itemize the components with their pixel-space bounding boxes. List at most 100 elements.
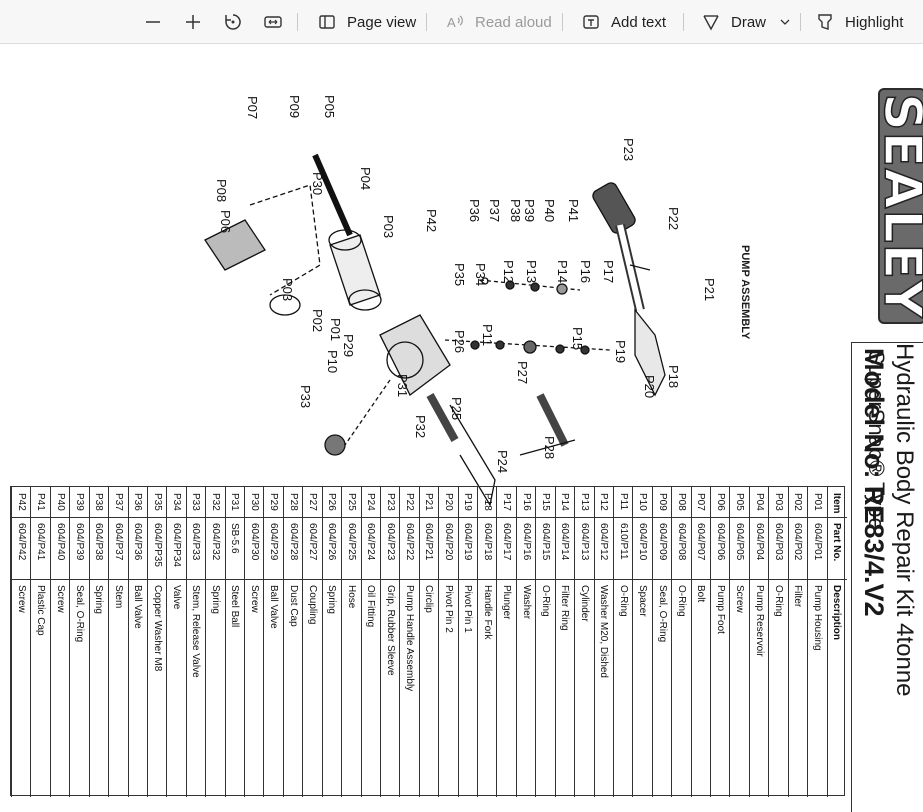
callout-p30: P30 bbox=[310, 172, 325, 196]
table-cell: 604/P01 bbox=[811, 523, 823, 561]
table-cell: P33 bbox=[190, 493, 202, 511]
plus-icon bbox=[183, 12, 203, 32]
rotate-button[interactable] bbox=[223, 0, 253, 44]
table-gridline bbox=[31, 517, 51, 518]
table-gridline bbox=[594, 579, 614, 580]
parts-table-row: P27 604/P27 Coupling bbox=[302, 487, 323, 797]
table-gridline bbox=[808, 579, 828, 580]
zoom-out-button[interactable] bbox=[143, 0, 173, 44]
table-cell: Stem bbox=[112, 585, 124, 609]
table-cell: Spacer bbox=[637, 585, 649, 617]
callout-p14: P14 bbox=[555, 260, 570, 284]
callout-p32: P32 bbox=[413, 415, 428, 439]
text-box-icon bbox=[581, 12, 601, 32]
table-cell: P08 bbox=[675, 493, 687, 511]
parts-table-row: P08 604/P08 O-Ring bbox=[671, 487, 692, 797]
table-cell: P31 bbox=[229, 493, 241, 511]
callout-p19: P19 bbox=[613, 340, 628, 364]
zoom-in-button[interactable] bbox=[183, 0, 213, 44]
brand-logo: SEALEY bbox=[878, 88, 923, 324]
parts-table-row: P09 604/P09 Seal, O-Ring bbox=[651, 487, 673, 797]
fit-width-button[interactable] bbox=[263, 0, 293, 44]
toolbar-divider bbox=[683, 13, 684, 31]
table-gridline bbox=[89, 517, 110, 518]
table-cell: Pivot Pin 1 bbox=[462, 585, 474, 633]
callout-p13: P13 bbox=[524, 260, 539, 284]
table-cell: P02 bbox=[792, 493, 804, 511]
table-cell: P41 bbox=[35, 493, 47, 511]
add-text-button[interactable]: Add text bbox=[581, 0, 666, 44]
table-cell: P42 bbox=[15, 493, 27, 511]
table-gridline bbox=[419, 579, 440, 580]
table-gridline bbox=[303, 579, 323, 580]
highlight-label: Highlight bbox=[845, 13, 904, 31]
highlight-button[interactable]: Highlight bbox=[815, 0, 903, 44]
table-cell: Oil Fitting bbox=[365, 585, 377, 628]
table-gridline bbox=[827, 579, 847, 580]
callout-p37: P37 bbox=[487, 199, 502, 223]
table-cell: SB-5.6 bbox=[229, 523, 241, 554]
table-gridline bbox=[536, 517, 556, 518]
table-gridline bbox=[380, 579, 401, 580]
parts-table-row: P39 604/P39 Seal, O-Ring bbox=[69, 487, 90, 797]
table-cell: Filter bbox=[792, 585, 804, 608]
table-gridline bbox=[633, 579, 653, 580]
table-cell: P35 bbox=[151, 493, 163, 511]
rotate-icon bbox=[223, 12, 243, 32]
table-gridline bbox=[206, 517, 226, 518]
table-cell: P07 bbox=[695, 493, 707, 511]
parts-table-row: P12 604/P12 Washer M20, Dished bbox=[593, 487, 614, 797]
table-gridline bbox=[594, 517, 614, 518]
table-gridline bbox=[342, 517, 362, 518]
table-cell: 604/P06 bbox=[714, 523, 726, 561]
svg-text:A: A bbox=[447, 15, 456, 30]
table-cell: P25 bbox=[345, 493, 357, 511]
add-text-label: Add text bbox=[611, 13, 667, 31]
read-aloud-button[interactable]: A Read aloud bbox=[445, 0, 552, 44]
table-cell: P34 bbox=[171, 493, 183, 511]
parts-table-row: P18 604/P18 Handle Fork bbox=[477, 487, 498, 797]
table-cell: Dust Cap bbox=[287, 585, 299, 627]
table-gridline bbox=[672, 579, 692, 580]
parts-table-row: P13 604/P13 Cylinder bbox=[574, 487, 595, 797]
pen-icon bbox=[701, 12, 721, 32]
table-cell: 604/P28 bbox=[287, 523, 299, 561]
table-gridline bbox=[730, 579, 750, 580]
callout-p26: P26 bbox=[452, 330, 467, 354]
table-cell: P39 bbox=[73, 493, 85, 511]
callout-p03-bottom: P03 bbox=[280, 278, 295, 302]
table-gridline bbox=[225, 579, 245, 580]
table-cell: 604/P16 bbox=[520, 523, 532, 561]
draw-button[interactable]: Draw bbox=[701, 0, 766, 44]
parts-table-row: P41 604/P41 Plastic Cap bbox=[30, 487, 51, 797]
table-cell: 604/P22 bbox=[404, 523, 416, 561]
table-cell: O-Ring bbox=[675, 585, 687, 617]
parts-table-row: P24 604/P24 Oil Fitting bbox=[360, 487, 381, 797]
table-cell: P18 bbox=[481, 493, 493, 511]
table-gridline bbox=[769, 579, 789, 580]
table-gridline bbox=[128, 579, 148, 580]
table-cell: 604/P24 bbox=[365, 523, 377, 561]
table-gridline bbox=[749, 517, 770, 518]
table-cell: Circlip bbox=[423, 585, 435, 613]
parts-table-row: P19 604/P19 Pivot Pin 1 bbox=[457, 487, 479, 797]
parts-table-row: P20 604/P20 Pivot Pin 2 bbox=[438, 487, 459, 797]
table-gridline bbox=[50, 579, 71, 580]
page-view-button[interactable]: Page view bbox=[317, 0, 416, 44]
draw-options-dropdown[interactable] bbox=[779, 0, 801, 44]
table-gridline bbox=[147, 517, 168, 518]
table-cell: 604/P27 bbox=[306, 523, 318, 561]
table-cell: Plunger bbox=[501, 585, 513, 620]
table-cell: Stem, Release Valve bbox=[190, 585, 202, 678]
table-gridline bbox=[652, 579, 673, 580]
table-cell: 604/PP35 bbox=[151, 523, 163, 567]
parts-table-row: P34 604/PP34 Valve bbox=[166, 487, 187, 797]
parts-table-row: P16 604/P16 Washer bbox=[515, 487, 537, 797]
table-gridline bbox=[380, 517, 401, 518]
parts-table-row: P07 604/P07 Bolt bbox=[690, 487, 712, 797]
callout-p16: P16 bbox=[578, 260, 593, 284]
table-gridline bbox=[342, 579, 362, 580]
parts-table-row: P26 604/P26 Spring bbox=[321, 487, 343, 797]
table-cell: Pump Reservoir bbox=[753, 585, 765, 657]
table-cell: P11 bbox=[617, 493, 629, 511]
